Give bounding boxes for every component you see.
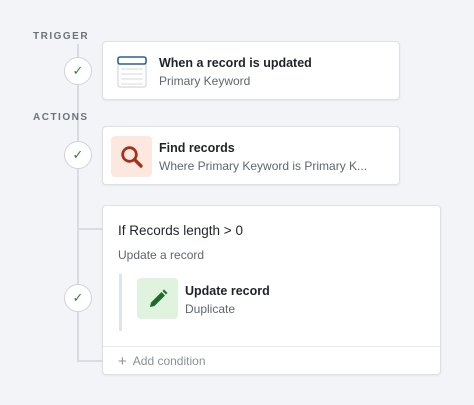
trigger-status-check-icon: ✓ bbox=[64, 57, 92, 85]
plus-icon: + bbox=[118, 352, 127, 370]
nested-step-bar bbox=[119, 274, 122, 331]
condition-card[interactable]: If Records length > 0 Update a record Up… bbox=[102, 205, 441, 375]
timeline-rail bbox=[77, 44, 79, 361]
find-records-title: Find records bbox=[159, 141, 235, 155]
condition-title: If Records length > 0 bbox=[118, 223, 243, 238]
trigger-subtitle: Primary Keyword bbox=[159, 74, 251, 88]
update-record-step[interactable]: Update record Duplicate bbox=[137, 278, 417, 322]
add-condition-label: Add condition bbox=[132, 354, 206, 368]
update-status-check-icon: ✓ bbox=[64, 284, 92, 312]
actions-section-label: ACTIONS bbox=[33, 112, 89, 123]
search-icon bbox=[111, 136, 152, 177]
find-status-check-icon: ✓ bbox=[64, 141, 92, 169]
table-window-icon bbox=[111, 51, 152, 92]
update-record-subtitle: Duplicate bbox=[185, 302, 236, 316]
condition-subtitle: Update a record bbox=[118, 248, 205, 262]
pencil-icon bbox=[137, 278, 178, 319]
find-records-subtitle: Where Primary Keyword is Primary K... bbox=[159, 159, 368, 173]
trigger-title: When a record is updated bbox=[159, 56, 312, 70]
find-records-card[interactable]: Find records Where Primary Keyword is Pr… bbox=[102, 126, 400, 185]
trigger-section-label: TRIGGER bbox=[33, 31, 90, 42]
trigger-card[interactable]: When a record is updated Primary Keyword bbox=[102, 41, 400, 100]
branch-connector bbox=[77, 228, 103, 230]
branch-connector bbox=[77, 360, 103, 362]
add-condition-button[interactable]: + Add condition bbox=[103, 346, 440, 375]
update-record-title: Update record bbox=[185, 284, 270, 298]
